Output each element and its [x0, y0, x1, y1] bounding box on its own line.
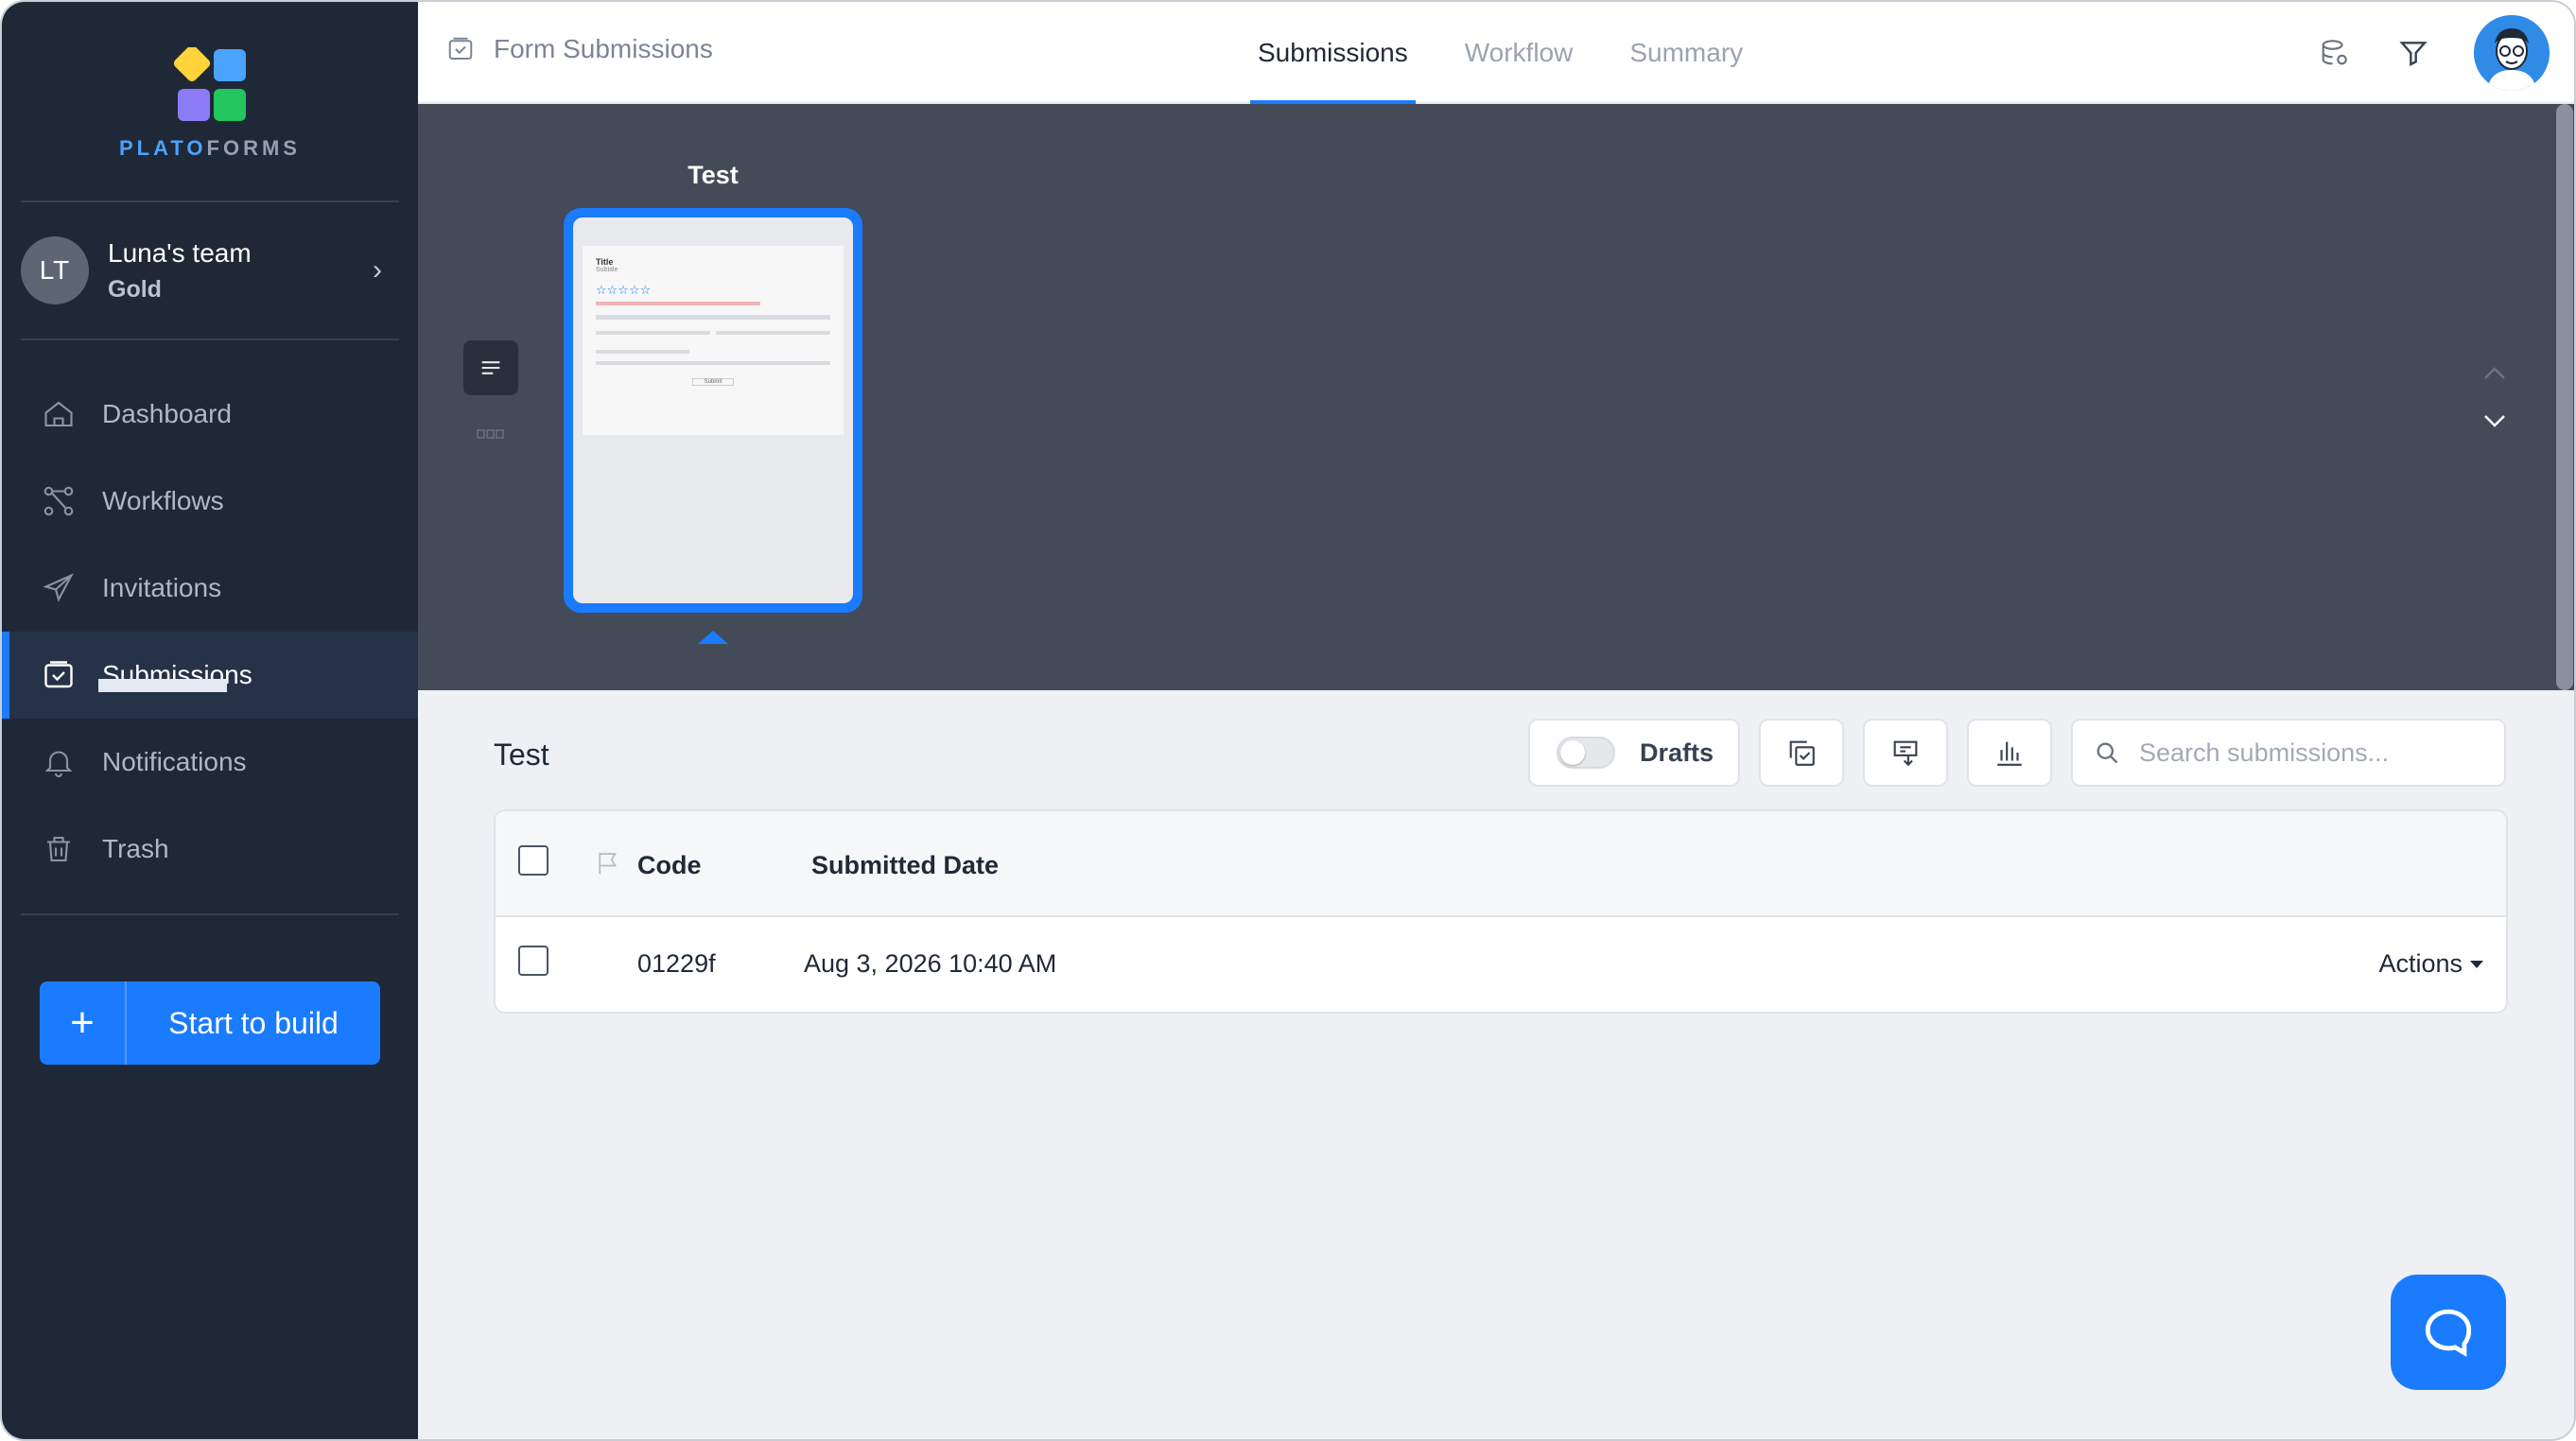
tab-workflow[interactable]: Workflow: [1457, 2, 1581, 104]
drafts-label: Drafts: [1640, 738, 1714, 767]
tab-submissions[interactable]: Submissions: [1250, 2, 1416, 104]
row-checkbox[interactable]: [518, 946, 548, 976]
form-preview-strip: Test Title Subtitle ☆☆☆☆☆ Submit: [418, 104, 2551, 690]
sidebar-divider: [21, 339, 399, 340]
list-view-icon[interactable]: [463, 340, 518, 395]
sidebar-item-notifications[interactable]: Notifications: [2, 719, 418, 806]
row-actions-dropdown[interactable]: Actions: [2378, 949, 2483, 979]
logo-icon: [173, 47, 246, 121]
preview-view-toggles: [463, 340, 518, 473]
search-icon: [2097, 742, 2118, 764]
support-chat-button[interactable]: [2391, 1275, 2506, 1390]
column-header-code[interactable]: Code: [637, 851, 702, 880]
team-plan: Gold: [108, 275, 162, 303]
form-thumbnail-content: Title Subtitle ☆☆☆☆☆ Submit: [583, 246, 844, 435]
header-actions: [2315, 2, 2574, 104]
submissions-table: Code Submitted Date 01229f Aug 3, 2026 1…: [494, 809, 2508, 1014]
bell-icon: [44, 751, 73, 777]
thumbnail-title: Title: [596, 257, 614, 267]
sidebar-nav: Dashboard Workflows Invitations Submissi…: [2, 371, 418, 893]
brand-logo[interactable]: PLATOFORMS: [2, 47, 418, 161]
sidebar-item-trash[interactable]: Trash: [2, 806, 418, 893]
caret-down-icon: [2470, 960, 2483, 968]
team-avatar: LT: [21, 236, 89, 304]
sidebar-item-invitations[interactable]: Invitations: [2, 545, 418, 632]
form-card[interactable]: Title Subtitle ☆☆☆☆☆ Submit: [564, 208, 862, 613]
chevron-right-icon: ›: [373, 254, 382, 286]
plus-icon: +: [40, 981, 127, 1065]
analytics-button[interactable]: [1967, 719, 2052, 787]
actions-label: Actions: [2378, 949, 2463, 978]
sidebar-item-label: Trash: [102, 834, 169, 863]
drafts-toggle[interactable]: Drafts: [1528, 719, 1740, 787]
preview-nav: [2476, 350, 2514, 444]
start-to-build-button[interactable]: + Start to build: [40, 981, 380, 1065]
form-card-title: Test: [688, 161, 739, 189]
form-thumbnail: Title Subtitle ☆☆☆☆☆ Submit: [573, 217, 853, 603]
download-icon: [1893, 740, 1918, 767]
flag-icon[interactable]: [594, 849, 622, 877]
sidebar: PLATOFORMS LT Luna's team Gold › Dashboa…: [2, 2, 418, 1439]
sidebar-divider: [21, 913, 399, 915]
trash-icon: [47, 836, 70, 862]
breadcrumb-label: Form Submissions: [494, 34, 713, 63]
sidebar-item-label: Invitations: [102, 573, 222, 602]
user-avatar[interactable]: [2474, 15, 2550, 91]
paper-plane-icon: [43, 573, 74, 602]
thumbnail-subtitle: Subtitle: [596, 267, 618, 273]
inbox-check-icon: [44, 661, 73, 688]
sidebar-item-dashboard[interactable]: Dashboard: [2, 371, 418, 458]
search-input[interactable]: [2139, 738, 2480, 768]
copy-check-icon: [1789, 740, 1815, 766]
sidebar-item-label: Dashboard: [102, 399, 232, 428]
home-icon: [44, 401, 73, 427]
thumbnail-stars: ☆☆☆☆☆: [596, 283, 652, 297]
sidebar-item-label: Notifications: [102, 747, 247, 776]
chevron-down-icon[interactable]: [2476, 397, 2514, 444]
column-header-submitted-date[interactable]: Submitted Date: [811, 851, 999, 880]
chat-bubble-icon: [2425, 1309, 2472, 1357]
workflow-icon: [44, 486, 74, 516]
database-settings-icon[interactable]: [2315, 34, 2353, 72]
inbox-check-icon: [448, 37, 473, 60]
submission-code: 01229f: [637, 949, 716, 978]
tab-summary[interactable]: Summary: [1622, 2, 1750, 104]
preview-scrollbar[interactable]: [2551, 104, 2574, 690]
grid-view-icon[interactable]: [463, 407, 518, 461]
top-bar: Form Submissions Submissions Workflow Su…: [418, 2, 2574, 104]
team-name: Luna's team: [108, 237, 252, 268]
selected-card-caret: [698, 631, 728, 644]
logo-text: PLATOFORMS: [119, 136, 301, 160]
export-button[interactable]: [1863, 719, 1948, 787]
text-selection-highlight: [98, 679, 227, 692]
sidebar-item-submissions[interactable]: Submissions: [2, 632, 418, 719]
sidebar-item-workflows[interactable]: Workflows: [2, 458, 418, 545]
thumbnail-submit: Submit: [692, 378, 734, 386]
app-window: PLATOFORMS LT Luna's team Gold › Dashboa…: [0, 0, 2576, 1441]
bar-chart-icon: [1997, 741, 2022, 766]
view-tabs: Submissions Workflow Summary: [1250, 2, 1792, 104]
breadcrumb: Form Submissions: [446, 34, 713, 64]
chevron-up-icon[interactable]: [2476, 350, 2514, 397]
sidebar-item-label: Workflows: [102, 486, 224, 515]
drafts-switch[interactable]: [1557, 737, 1615, 769]
start-to-build-label: Start to build: [168, 1005, 339, 1040]
bulk-select-button[interactable]: [1759, 719, 1844, 787]
submissions-title: Test: [494, 738, 549, 772]
select-all-checkbox[interactable]: [518, 845, 548, 876]
table-row[interactable]: 01229f Aug 3, 2026 10:40 AM Actions: [496, 917, 2506, 1012]
submission-date: Aug 3, 2026 10:40 AM: [804, 949, 1057, 978]
filter-icon[interactable]: [2394, 34, 2432, 72]
table-header: Code Submitted Date: [496, 811, 2506, 917]
team-switcher[interactable]: LT Luna's team Gold ›: [21, 202, 399, 339]
search-box[interactable]: [2071, 719, 2506, 787]
